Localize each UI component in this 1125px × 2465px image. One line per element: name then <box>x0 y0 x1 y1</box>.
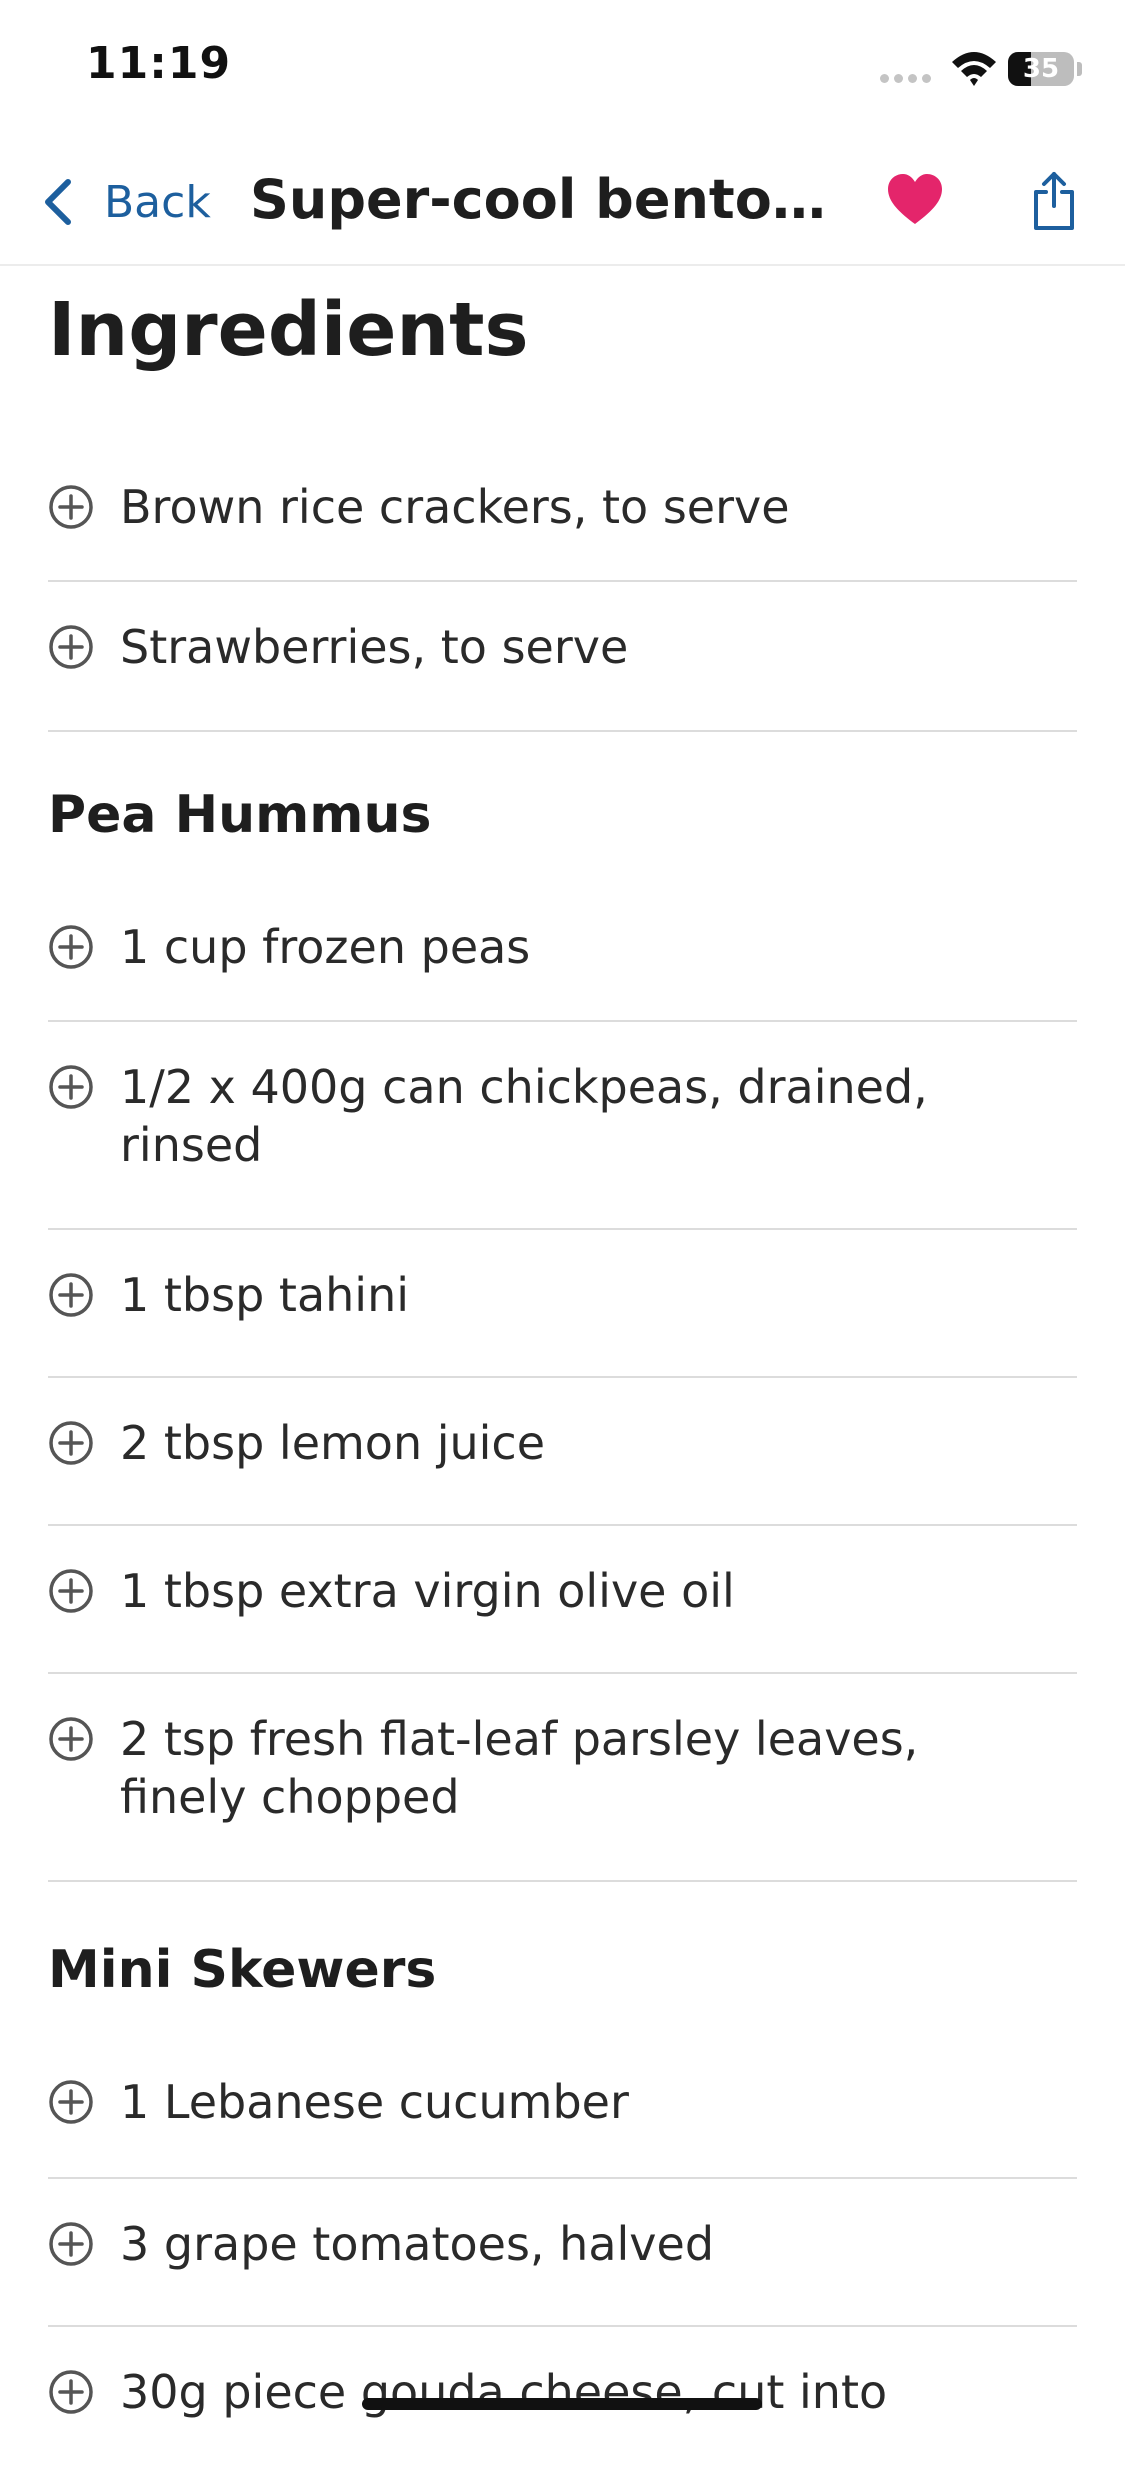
battery-icon: 35 <box>1008 52 1074 86</box>
ingredient-row[interactable]: 1 Lebanese cucumber <box>48 2035 1077 2179</box>
plus-circle-icon[interactable] <box>48 1064 94 1110</box>
section-title: Mini Skewers <box>48 1940 437 2000</box>
plus-circle-icon[interactable] <box>48 484 94 530</box>
ingredient-text: 1 tbsp tahini <box>120 1268 410 1322</box>
ingredient-text: Strawberries, to serve <box>120 620 629 674</box>
plus-circle-icon[interactable] <box>48 1716 94 1762</box>
ingredient-row[interactable]: 1 tbsp extra virgin olive oil <box>48 1524 1077 1674</box>
ingredient-text: 1 tbsp extra virgin olive oil <box>120 1564 735 1618</box>
plus-circle-icon[interactable] <box>48 1420 94 1466</box>
back-label: Back <box>104 176 211 228</box>
share-button[interactable] <box>1030 170 1078 232</box>
ingredient-text: 1 cup frozen peas <box>120 920 531 974</box>
cellular-signal-icon <box>880 74 936 83</box>
ingredient-row[interactable]: Brown rice crackers, to serve <box>48 440 1077 582</box>
ingredient-row[interactable]: 30g piece gouda cheese, cut into <box>48 2325 1077 2465</box>
plus-circle-icon[interactable] <box>48 624 94 670</box>
share-icon <box>1034 172 1074 230</box>
ingredient-row[interactable]: Strawberries, to serve <box>48 580 1077 732</box>
ingredient-text: 30g piece gouda cheese, cut into <box>120 2365 888 2419</box>
battery-cap <box>1077 62 1082 76</box>
ingredient-row[interactable]: 2 tbsp lemon juice <box>48 1376 1077 1526</box>
navigation-bar: Back Super-cool bento b... <box>0 140 1125 266</box>
plus-circle-icon[interactable] <box>48 924 94 970</box>
ingredient-text: Brown rice crackers, to serve <box>120 480 790 534</box>
ingredient-text: 1 Lebanese cucumber <box>120 2075 629 2129</box>
plus-circle-icon[interactable] <box>48 1568 94 1614</box>
recipe-title: Super-cool bento b... <box>250 168 840 231</box>
plus-circle-icon[interactable] <box>48 2369 94 2415</box>
page-title: Ingredients <box>48 287 529 373</box>
plus-circle-icon[interactable] <box>48 2079 94 2125</box>
wifi-icon <box>952 52 996 86</box>
chevron-left-icon <box>45 179 71 225</box>
battery-level: 35 <box>1022 54 1060 84</box>
ingredient-row[interactable]: 1/2 x 400g can chickpeas, drained, rinse… <box>48 1020 1077 1230</box>
plus-circle-icon[interactable] <box>48 2221 94 2267</box>
ingredient-row[interactable]: 1 cup frozen peas <box>48 880 1077 1022</box>
favorite-button[interactable] <box>886 172 944 230</box>
home-indicator <box>362 2398 762 2410</box>
back-button[interactable]: Back <box>40 170 211 234</box>
ingredient-row[interactable]: 3 grape tomatoes, halved <box>48 2177 1077 2327</box>
ingredient-text: 1/2 x 400g can chickpeas, drained, rinse… <box>120 1060 928 1172</box>
plus-circle-icon[interactable] <box>48 1272 94 1318</box>
section-title: Pea Hummus <box>48 785 432 845</box>
ingredient-row[interactable]: 2 tsp fresh flat-leaf parsley leaves, fi… <box>48 1672 1077 1882</box>
status-time: 11:19 <box>86 38 232 89</box>
heart-icon <box>888 174 942 224</box>
ingredient-row[interactable]: 1 tbsp tahini <box>48 1228 1077 1378</box>
ingredient-text: 2 tsp fresh flat-leaf parsley leaves, fi… <box>120 1712 919 1824</box>
ingredient-text: 2 tbsp lemon juice <box>120 1416 546 1470</box>
ingredient-text: 3 grape tomatoes, halved <box>120 2217 715 2271</box>
recipe-content: Ingredients <box>48 264 1077 371</box>
status-bar: 11:19 35 <box>0 0 1125 140</box>
